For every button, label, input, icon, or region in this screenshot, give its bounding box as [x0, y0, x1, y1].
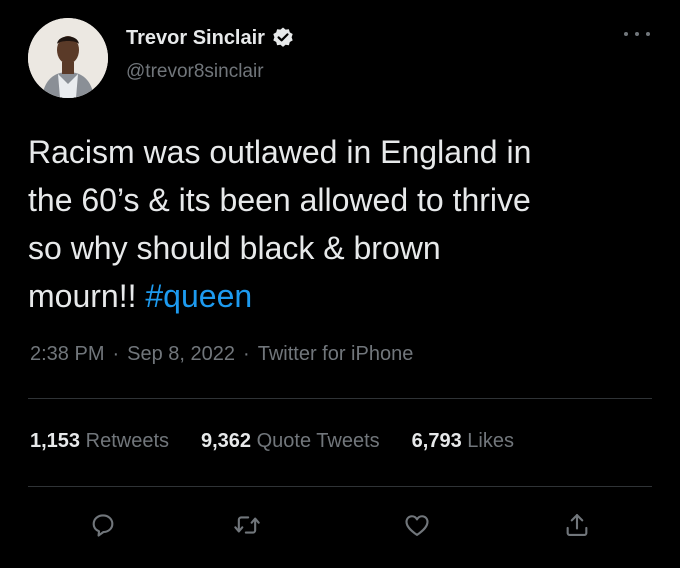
quote-tweets-label: Quote Tweets	[256, 430, 380, 452]
retweets-label: Retweets	[85, 430, 169, 452]
tweet-source[interactable]: Twitter for iPhone	[258, 341, 414, 367]
meta-separator: ·	[243, 343, 250, 365]
tweet-time[interactable]: 2:38 PM	[30, 341, 104, 367]
divider	[28, 398, 652, 399]
quote-tweets-stat[interactable]: 9,362 Quote Tweets	[201, 428, 380, 454]
tweet-meta: 2:38 PM · Sep 8, 2022 · Twitter for iPho…	[30, 341, 413, 367]
user-handle[interactable]: @trevor8sinclair	[126, 60, 264, 84]
tweet-body: Racism was outlawed in England in the 60…	[28, 134, 532, 314]
likes-count: 6,793	[411, 430, 462, 452]
share-icon[interactable]	[562, 510, 592, 540]
tweet-text: Racism was outlawed in England in the 60…	[28, 128, 648, 320]
action-bar	[0, 502, 680, 546]
verified-badge-icon	[271, 26, 295, 50]
retweets-count: 1,153	[30, 430, 81, 452]
display-name[interactable]: Trevor Sinclair	[126, 26, 265, 50]
likes-stat[interactable]: 6,793 Likes	[412, 428, 514, 454]
meta-separator: ·	[112, 343, 120, 365]
avatar-image	[28, 18, 108, 98]
hashtag-link[interactable]: #queen	[145, 278, 252, 314]
reply-icon[interactable]	[88, 510, 118, 540]
name-row: Trevor Sinclair	[126, 26, 295, 50]
retweets-stat[interactable]: 1,153 Retweets	[30, 428, 169, 454]
like-icon[interactable]	[402, 510, 432, 540]
avatar[interactable]	[28, 18, 108, 98]
likes-label: Likes	[467, 430, 514, 452]
tweet-stats: 1,153 Retweets 9,362 Quote Tweets 6,793 …	[30, 428, 514, 454]
more-icon[interactable]	[624, 24, 650, 44]
tweet-date[interactable]: Sep 8, 2022	[127, 341, 235, 367]
quote-tweets-count: 9,362	[201, 430, 252, 452]
retweet-icon[interactable]	[232, 510, 262, 540]
divider	[28, 486, 652, 487]
